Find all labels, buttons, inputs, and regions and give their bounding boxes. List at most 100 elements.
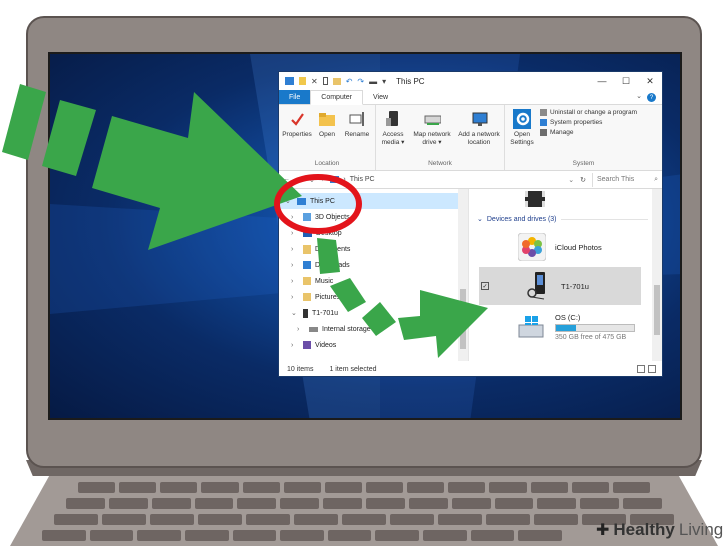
videos-folder-thumbnail[interactable]	[525, 191, 545, 207]
nav-item-documents[interactable]: › Documents	[279, 241, 468, 257]
access-media-button[interactable]: Access media ▾	[379, 107, 407, 160]
open-button[interactable]: Open	[316, 107, 338, 160]
system-properties-label: System properties	[550, 119, 603, 126]
open-settings-button[interactable]: Open Settings	[508, 107, 536, 160]
nav-item-label: Music	[315, 277, 334, 285]
delete-quick-icon[interactable]: ✕	[311, 77, 318, 86]
nav-item-this-pc[interactable]: ⌄ This PC	[279, 193, 468, 209]
nav-scrollbar[interactable]	[458, 189, 468, 361]
content-scroll-thumb[interactable]	[654, 285, 660, 335]
add-network-location-button[interactable]: Add a network location	[457, 107, 501, 160]
forward-arrow-icon[interactable]: →	[296, 176, 303, 183]
system-small-actions: Uninstall or change a program System pro…	[540, 107, 637, 160]
uninstall-program-button[interactable]: Uninstall or change a program	[540, 109, 637, 116]
expand-arrow-icon[interactable]: ›	[291, 214, 299, 221]
nav-item-desktop[interactable]: › Desktop	[279, 225, 468, 241]
redo-quick-icon[interactable]: ↷	[357, 77, 364, 86]
system-properties-button[interactable]: System properties	[540, 119, 637, 126]
access-media-label-1: Access	[382, 131, 404, 138]
expand-arrow-icon[interactable]: ›	[291, 262, 299, 269]
selection-checkbox[interactable]: ✓	[481, 282, 489, 290]
nav-scroll-thumb[interactable]	[460, 289, 466, 349]
pictures-icon	[303, 293, 311, 301]
expand-chevron-icon[interactable]: ⌄	[285, 197, 293, 205]
phone-icon	[303, 308, 308, 318]
content-scrollbar[interactable]	[652, 189, 662, 361]
breadcrumb-separator-icon: ›	[343, 176, 346, 183]
details-view-icon[interactable]	[637, 365, 645, 373]
search-icon: ⌕	[654, 175, 658, 183]
nav-item-phone[interactable]: ⌄ T1-701u	[279, 305, 468, 321]
ribbon-group-location: Properties Open Rename Location	[279, 105, 376, 170]
computer-icon	[330, 176, 340, 183]
brand-bold-text: Healthy	[613, 520, 675, 539]
tab-computer[interactable]: Computer	[310, 90, 364, 105]
device-os-drive[interactable]: OS (C:) 350 GB free of 475 GB	[479, 311, 641, 351]
expand-arrow-icon[interactable]: ›	[291, 294, 299, 301]
expand-arrow-icon[interactable]: ›	[291, 342, 299, 349]
nav-item-3d-objects[interactable]: › 3D Objects	[279, 209, 468, 225]
expand-chevron-icon[interactable]: ⌄	[291, 309, 299, 317]
up-arrow-icon[interactable]: ↑	[321, 176, 325, 183]
new-folder-quick-icon[interactable]	[332, 77, 341, 85]
nav-item-downloads[interactable]: › Downloads	[279, 257, 468, 273]
manage-button[interactable]: Manage	[540, 129, 637, 136]
refresh-icon[interactable]: ↻	[580, 176, 586, 184]
nav-item-internal-storage[interactable]: › Internal storage	[279, 321, 468, 337]
collapse-section-icon[interactable]: ⌄	[477, 215, 483, 223]
nav-item-label: Internal storage	[322, 325, 371, 333]
downloads-icon	[303, 261, 311, 269]
address-bar[interactable]: › This PC	[330, 173, 562, 187]
devices-section-header[interactable]: ⌄ Devices and drives (3)	[469, 189, 662, 223]
expand-arrow-icon[interactable]: ›	[291, 246, 299, 253]
maximize-button[interactable]: ☐	[614, 72, 638, 90]
customize-quick-icon[interactable]: ▬	[369, 77, 377, 86]
properties-quick-icon[interactable]	[299, 77, 306, 85]
mobile-phone-icon	[523, 270, 553, 302]
file-explorer-window: ✕ ↶ ↷ ▬ ▾ This PC — ☐ ✕ File Computer Vi…	[278, 71, 663, 377]
drive-free-space: 350 GB free of 475 GB	[555, 334, 627, 341]
explorer-body: ⌄ This PC › 3D Objects › Desktop › Docum…	[279, 189, 662, 361]
device-phone[interactable]: ✓ T1-701u	[479, 267, 641, 305]
section-title: Devices and drives (3)	[486, 215, 557, 223]
nav-item-pictures[interactable]: › Pictures	[279, 289, 468, 305]
title-bar: ✕ ↶ ↷ ▬ ▾ This PC — ☐ ✕	[279, 72, 662, 90]
map-network-drive-button[interactable]: Map network drive ▾	[411, 107, 453, 160]
item-count: 10 items	[287, 365, 314, 373]
device-icloud-photos[interactable]: iCloud Photos	[479, 231, 641, 263]
location-group-name: Location	[314, 160, 340, 167]
view-toggles	[637, 365, 656, 373]
keyboard-row	[66, 498, 663, 509]
nav-item-music[interactable]: › Music	[279, 273, 468, 289]
rename-button[interactable]: Rename	[342, 107, 372, 160]
explorer-icon[interactable]	[285, 77, 294, 85]
properties-button[interactable]: Properties	[282, 107, 312, 160]
undo-quick-icon[interactable]: ↶	[346, 77, 353, 86]
collapse-ribbon-icon[interactable]: ⌄	[636, 92, 642, 100]
minimize-button[interactable]: —	[590, 72, 614, 90]
nav-item-videos[interactable]: › Videos	[279, 337, 468, 353]
search-input[interactable]: Search This ⌕	[592, 172, 662, 187]
rename-quick-icon[interactable]	[322, 77, 328, 85]
help-icon[interactable]: ?	[647, 93, 656, 102]
recent-locations-icon[interactable]: ⌄	[309, 176, 315, 184]
nav-item-label: Documents	[315, 245, 351, 253]
large-icons-view-icon[interactable]	[648, 365, 656, 373]
map-network-label-1: Map network	[413, 131, 451, 138]
address-dropdown-icon[interactable]: ⌄	[568, 176, 574, 184]
expand-arrow-icon[interactable]: ›	[297, 326, 305, 333]
system-group-name: System	[572, 160, 595, 167]
back-arrow-icon[interactable]: ←	[283, 176, 290, 183]
tab-file[interactable]: File	[279, 90, 311, 104]
tab-view[interactable]: View	[363, 90, 398, 104]
device-name: iCloud Photos	[555, 242, 602, 252]
dropdown-icon[interactable]: ▾	[382, 77, 386, 86]
add-network-label-2: location	[467, 139, 491, 146]
open-settings-label-1: Open	[514, 131, 530, 138]
expand-arrow-icon[interactable]: ›	[291, 230, 299, 237]
keyboard-row	[42, 530, 563, 541]
add-network-label-1: Add a network	[458, 131, 500, 138]
close-button[interactable]: ✕	[638, 72, 662, 90]
icloud-photos-icon	[517, 232, 547, 262]
expand-arrow-icon[interactable]: ›	[291, 278, 299, 285]
